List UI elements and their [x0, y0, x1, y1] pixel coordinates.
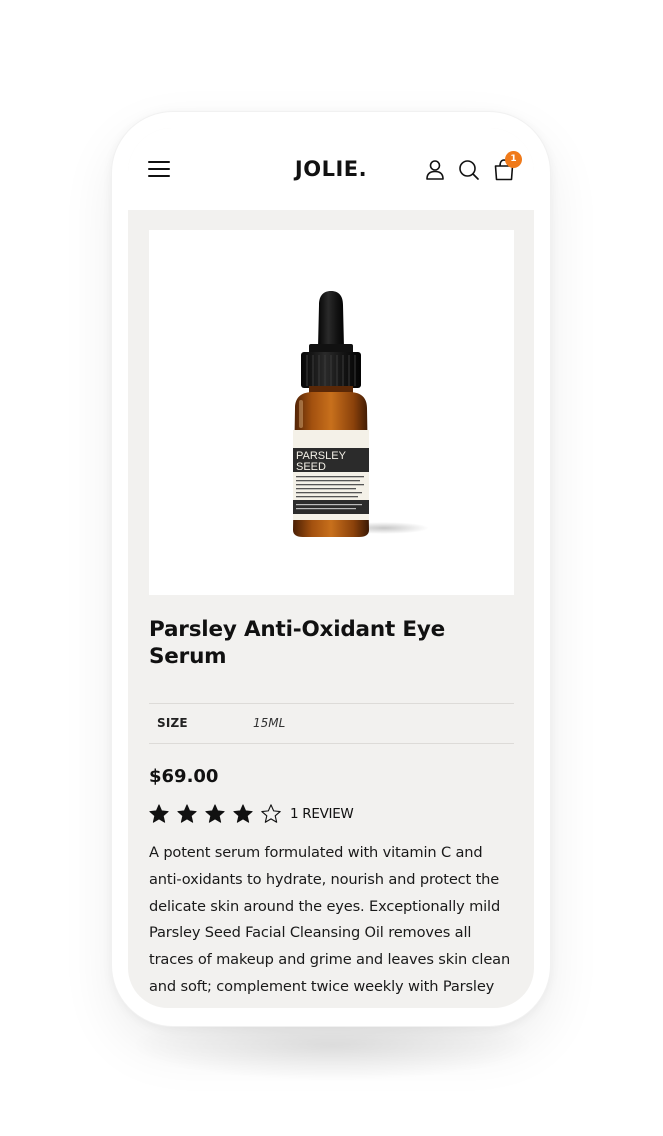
size-value[interactable]: 15ML — [253, 716, 285, 730]
product-image[interactable]: PARSLEY SEED — [149, 230, 514, 595]
star-filled-icon — [205, 804, 225, 823]
search-icon[interactable] — [456, 157, 482, 183]
star-filled-icon — [233, 804, 253, 823]
phone-screen: JOLIE. 1 PARSLEY SEED Parsley Anti-Oxida… — [128, 128, 534, 1008]
product-title: Parsley Anti-Oxidant Eye Serum — [149, 617, 446, 669]
cart-count-badge: 1 — [505, 151, 522, 168]
star-filled-icon — [177, 804, 197, 823]
size-option-row[interactable]: SIZE 15ML — [149, 703, 514, 744]
star-empty-icon — [261, 804, 281, 823]
size-label: SIZE — [157, 716, 188, 730]
product-description: A potent serum formulated with vitamin C… — [149, 844, 511, 995]
user-icon[interactable] — [422, 157, 448, 183]
bottle-label-line2: SEED — [296, 461, 326, 473]
serum-bottle-illustration: PARSLEY SEED — [293, 291, 429, 537]
device-mockup-stage: JOLIE. 1 PARSLEY SEED Parsley Anti-Oxida… — [0, 0, 663, 1136]
site-header: JOLIE. 1 — [128, 128, 534, 210]
rating-stars — [148, 802, 288, 826]
reviews-link[interactable]: 1 REVIEW — [290, 806, 354, 822]
star-filled-icon — [149, 804, 169, 823]
shopping-bag-icon[interactable]: 1 — [491, 151, 522, 183]
product-price: $69.00 — [149, 766, 219, 787]
